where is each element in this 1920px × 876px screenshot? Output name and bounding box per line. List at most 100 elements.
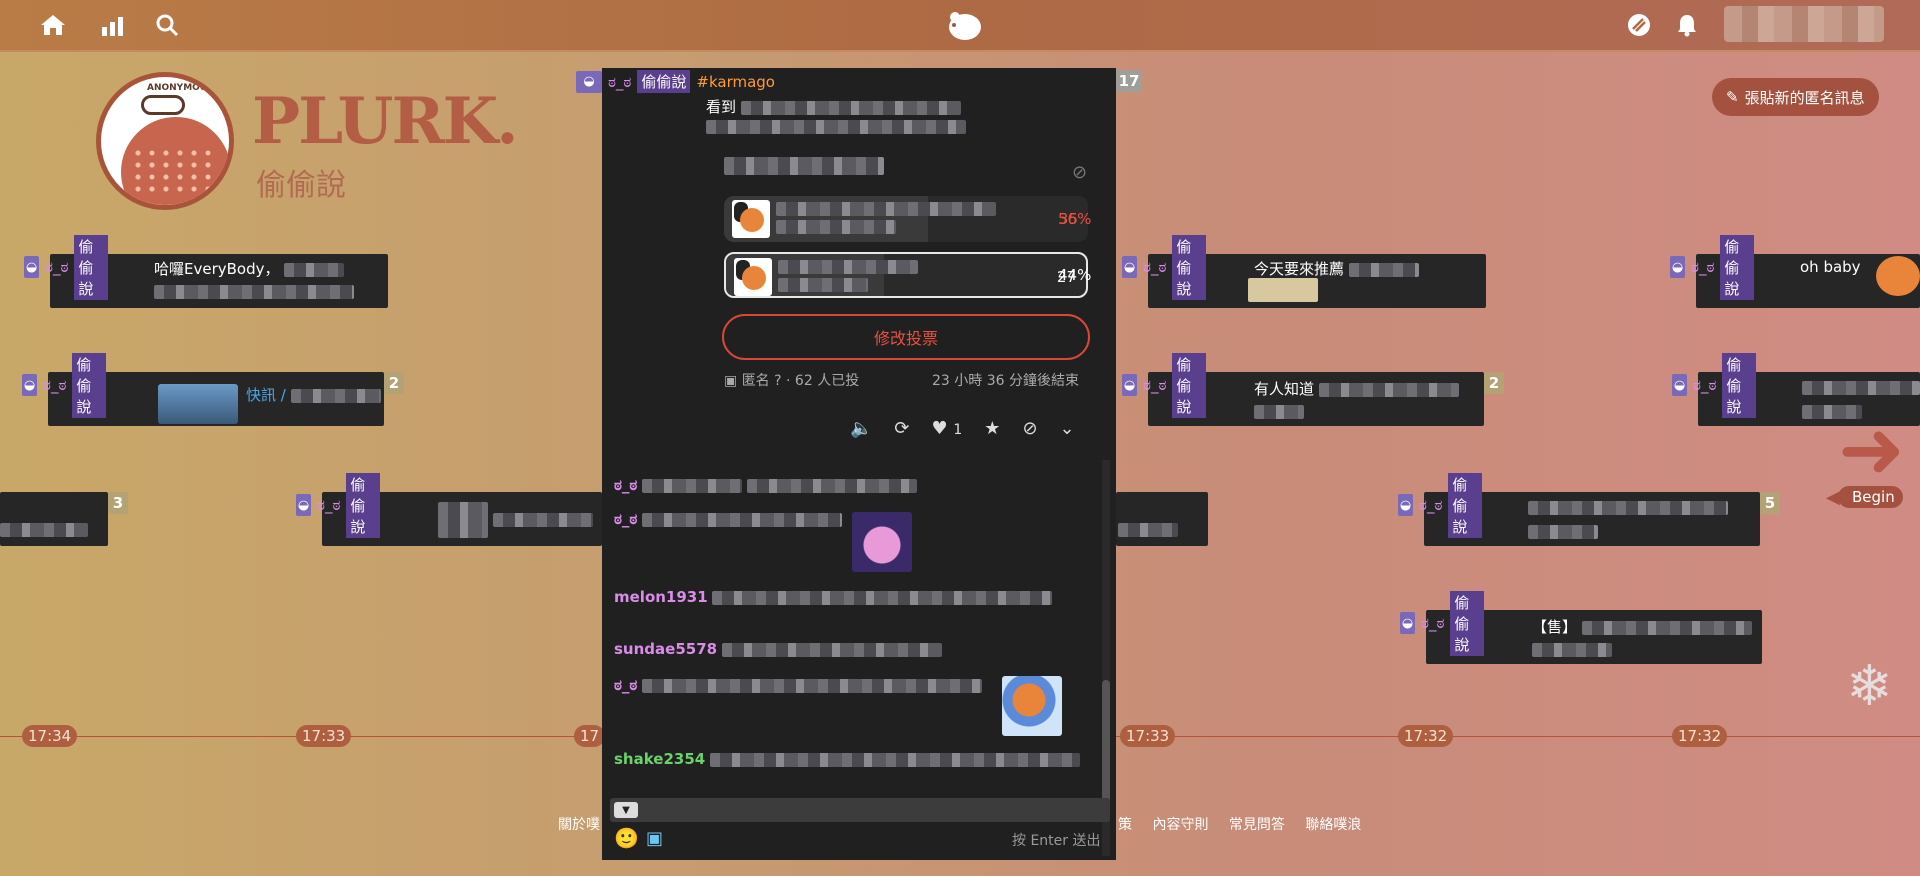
logo-text: ANONYMOUS bbox=[147, 83, 214, 93]
response-author[interactable]: ಠ_ಠ bbox=[614, 676, 637, 694]
more-chevron-icon[interactable]: ⌄ bbox=[1060, 418, 1075, 439]
response-item: ಠ_ಠ bbox=[614, 676, 983, 694]
time-label: 17 bbox=[574, 725, 606, 747]
anon-qualifier: 偷偷說 bbox=[1450, 590, 1485, 656]
like-count: 1 bbox=[953, 422, 963, 438]
begin-button[interactable]: ◀ Begin bbox=[1826, 486, 1903, 508]
response-author[interactable]: sundae5578 bbox=[614, 640, 717, 658]
footer-link[interactable]: 內容守則 bbox=[1152, 817, 1208, 833]
home-icon[interactable] bbox=[38, 10, 68, 40]
like-button[interactable]: ♥ 1 bbox=[932, 418, 963, 439]
new-anon-post-button[interactable]: ✎ 張貼新的匿名訊息 bbox=[1712, 78, 1879, 116]
plurk-body-text: 看到 bbox=[706, 98, 737, 116]
change-vote-button[interactable]: 修改投票 bbox=[722, 314, 1090, 360]
anon-nick: ಠ_ಠ bbox=[1143, 376, 1167, 394]
poll-meta: ▣ 匿名 ? · 62 人已投 bbox=[724, 370, 859, 390]
anon-mask-icon: ◒ bbox=[24, 256, 40, 278]
response-item: sundae5578 bbox=[614, 640, 942, 658]
anon-nick: ಠ_ಠ bbox=[1421, 614, 1445, 632]
footer-link[interactable]: 常見問答 bbox=[1229, 817, 1285, 833]
anon-qualifier: 偷偷說 bbox=[1720, 234, 1755, 300]
footer-link[interactable]: 聯絡噗浪 bbox=[1305, 817, 1361, 833]
anon-nick: ಠ_ಠ bbox=[45, 258, 69, 276]
footer-link[interactable]: 關於噗 bbox=[558, 814, 600, 834]
help-icon[interactable]: ? bbox=[774, 373, 781, 389]
bell-icon[interactable] bbox=[1672, 10, 1702, 40]
option-percent: 44% bbox=[1058, 266, 1092, 284]
edit-icon: ✎ bbox=[1726, 88, 1739, 106]
qualifier-dropdown-icon[interactable]: ▼ bbox=[614, 802, 638, 818]
hide-results-icon[interactable]: ⊘ bbox=[1072, 162, 1087, 183]
anon-nick: ಠ_ಠ bbox=[608, 72, 632, 91]
anon-qualifier: 偷偷說 bbox=[1172, 352, 1207, 418]
next-arrow-icon[interactable]: ➜ bbox=[1838, 410, 1905, 490]
response-item: shake2354 bbox=[614, 750, 1081, 768]
plurk-text: 有人知道 bbox=[1254, 380, 1315, 398]
anon-nick: ಠ_ಠ bbox=[317, 496, 341, 514]
poll-title bbox=[724, 156, 884, 175]
time-label: 17:32 bbox=[1672, 725, 1728, 747]
search-icon[interactable] bbox=[152, 10, 182, 40]
option-avatar bbox=[734, 258, 772, 296]
emoji-icon[interactable]: 🙂 bbox=[614, 826, 639, 850]
anon-qualifier: 偷偷說 bbox=[346, 472, 381, 538]
plurk-image[interactable] bbox=[158, 384, 238, 424]
anon-nick: ಠ_ಠ bbox=[1691, 258, 1715, 276]
plurk-text: 【售】 bbox=[1532, 618, 1578, 636]
snowflake-icon[interactable]: ❄ bbox=[1846, 654, 1893, 719]
plurk-bubble[interactable] bbox=[1116, 492, 1208, 546]
response-input[interactable] bbox=[610, 798, 1110, 822]
plurk-actions: 🔈 ⟳ ♥ 1 ★ ⊘ ⌄ bbox=[850, 418, 1075, 439]
anon-mask-icon: ◒ bbox=[296, 494, 312, 516]
send-hint: 按 Enter 送出 bbox=[1012, 833, 1101, 849]
bookmark-star-icon[interactable]: ★ bbox=[984, 418, 1000, 439]
response-author[interactable]: melon1931 bbox=[614, 588, 708, 606]
user-profile[interactable] bbox=[1724, 6, 1884, 42]
mute-icon[interactable]: 🔈 bbox=[850, 418, 872, 439]
plurk-link-text[interactable]: 快訊 / bbox=[246, 386, 286, 404]
karma-icon[interactable] bbox=[1624, 10, 1654, 40]
anon-qualifier: 偷偷說 bbox=[1722, 352, 1757, 418]
plurk-text: 哈囉EveryBody， bbox=[154, 260, 280, 278]
time-label: 17:33 bbox=[296, 725, 352, 747]
anonymous-checkbox-icon[interactable]: ▣ bbox=[724, 373, 737, 389]
anon-nick: ಠ_ಠ bbox=[1143, 258, 1167, 276]
anon-qualifier: 偷偷說 bbox=[1172, 234, 1207, 300]
response-sticker[interactable] bbox=[1002, 676, 1062, 736]
image-upload-icon[interactable]: ▣ bbox=[646, 828, 663, 849]
plurk-body: 看到 bbox=[706, 96, 966, 135]
plurk-image[interactable] bbox=[1876, 256, 1920, 296]
response-author[interactable]: ಠ_ಠ bbox=[614, 510, 637, 528]
anonymous-logo: ANONYMOUS bbox=[96, 72, 234, 210]
karma-icon[interactable]: ⊘ bbox=[1022, 418, 1037, 439]
response-count[interactable]: 17 bbox=[1116, 70, 1142, 92]
replurk-icon[interactable]: ⟳ bbox=[894, 418, 909, 439]
poll-option-selected[interactable]: 27 bbox=[724, 252, 1088, 298]
time-label: 17:33 bbox=[1120, 725, 1176, 747]
plurk-text: 今天要來推薦 bbox=[1254, 260, 1345, 278]
left-arrow-icon: ◀ bbox=[1826, 486, 1840, 508]
anon-mask-icon: ◒ bbox=[22, 374, 38, 396]
response-author[interactable]: shake2354 bbox=[614, 750, 705, 768]
plurk-bubble[interactable] bbox=[0, 492, 108, 546]
response-sticker[interactable] bbox=[852, 512, 912, 572]
response-count[interactable]: 5 bbox=[1760, 492, 1780, 514]
response-count[interactable]: 2 bbox=[1484, 372, 1504, 394]
plurk-tag[interactable]: #karmago bbox=[696, 73, 775, 91]
footer-link[interactable]: 策 bbox=[1118, 817, 1132, 833]
response-author[interactable]: ಠ_ಠ bbox=[614, 476, 637, 494]
anon-nick: ಠ_ಠ bbox=[1419, 496, 1443, 514]
footer-links: 策 內容守則 常見問答 聯絡噗浪 bbox=[1118, 814, 1377, 834]
responses-scrollbar[interactable] bbox=[1102, 460, 1110, 856]
plurk-wordmark: PLURK. bbox=[252, 84, 519, 159]
response-count[interactable]: 2 bbox=[384, 372, 404, 394]
anon-mask-icon: ◒ bbox=[1672, 374, 1688, 396]
begin-label: Begin bbox=[1852, 488, 1895, 506]
poll-option[interactable]: 35 bbox=[724, 196, 1088, 242]
plurk-logo-icon[interactable] bbox=[944, 10, 984, 40]
new-anon-post-label: 張貼新的匿名訊息 bbox=[1744, 88, 1865, 107]
anonymous-label: 匿名 bbox=[741, 373, 770, 389]
response-count[interactable]: 3 bbox=[108, 492, 128, 514]
response-item: ಠ_ಠ bbox=[614, 510, 843, 528]
stats-icon[interactable] bbox=[98, 10, 128, 40]
